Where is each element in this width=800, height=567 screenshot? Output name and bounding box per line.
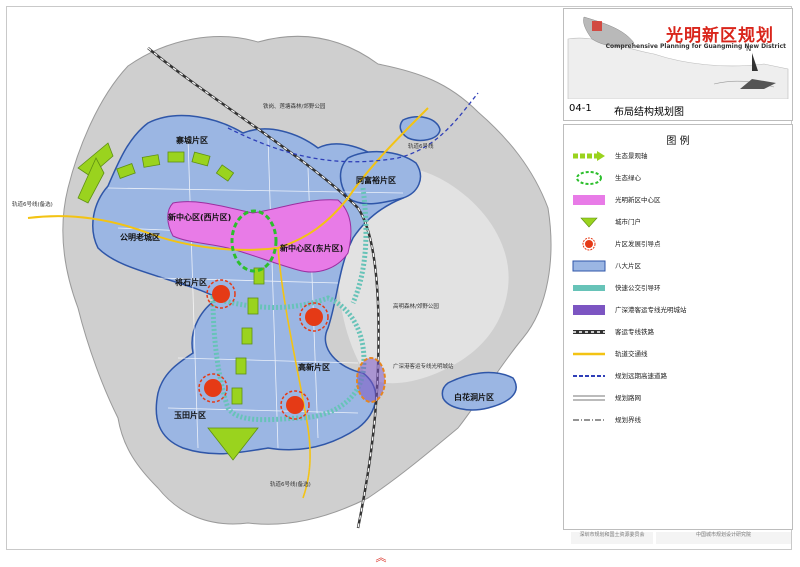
footer: 深圳市规划和国土资源委员会 中国城市规划设计研究院 [563,530,791,546]
label-zone-baihuadong: 白花洞片区 [454,392,494,402]
legend-label: 快速公交引导环 [615,284,661,292]
legend-label: 广深港客运专线光明城站 [615,306,687,314]
road-net-icon [573,395,605,401]
eco-axis-icon [573,151,605,161]
legend-gateway: 城市门户 [571,215,781,231]
sheet-name: 布局结构规划图 [614,107,684,118]
label-park-east: 高明森林/郊野公园 [393,302,439,310]
label-zone-gaoxin: 高新片区 [298,362,330,372]
label-zone-center-west: 新中心区(西片区) [168,212,231,222]
legend-label: 光明新区中心区 [615,196,661,204]
rail-line-icon [573,330,605,334]
legend-label: 规划远期高速道路 [615,372,667,380]
legend-label: 客运专线铁路 [615,328,654,336]
legend-hsr-station: 广深港客运专线光明城站 [571,303,781,319]
label-zone-saihu: 寨墟片区 [175,135,208,145]
legend-future-expressway: 规划远期高速道路 [571,369,781,385]
hsr-station [356,357,386,403]
legend-metro-line: 轨道交通线 [571,347,781,363]
legend-eco-heart: 生态绿心 [571,171,781,187]
legend-hsr-line: 客运专线铁路 [571,325,781,341]
eco-heart-icon [576,171,602,185]
brt-ring-icon [573,285,605,291]
guide-point-icon [582,237,596,251]
legend-eco-axis: 生态景观轴 [571,149,781,165]
label-rail-west: 轨道6号线(备选) [12,200,53,208]
metro-line-icon [573,352,605,356]
legend-label: 生态景观轴 [615,152,648,160]
label-park-north: 铁岗、莲塘森林/郊野公园 [263,102,326,110]
legend-label: 生态绿心 [615,174,641,182]
legend-label: 规划界线 [615,416,641,424]
legend-eight-zones: 八大片区 [571,259,781,275]
label-zone-center-east: 新中心区(东片区) [280,243,343,253]
label-zone-jiangshi: 将石片区 [175,277,207,287]
map-canvas: 寨墟片区 新中心区(西片区) 公明老城区 新中心区(东片区) 同富裕片区 将石片… [12,35,552,529]
legend-title: 图 例 [666,136,690,147]
hsr-station-icon [573,305,605,315]
planning-map[interactable]: 寨墟片区 新中心区(西片区) 公明老城区 新中心区(东片区) 同富裕片区 将石片… [8,8,558,546]
legend-center-zone: 光明新区中心区 [571,193,781,209]
gateway-icon [580,217,598,228]
side-panel: 光明新区规划 Comprehensive Planning for Guangm… [563,8,793,546]
chevron-down-icon[interactable]: ︽ [375,552,387,564]
legend-label: 轨道交通线 [615,350,648,358]
legend-label: 八大片区 [615,262,641,270]
eight-zones-icon [572,260,606,272]
center-zone-icon [573,195,605,205]
label-rail-south: 轨道6号线(备选) [270,480,311,488]
legend-boundary: 规划界线 [571,413,781,429]
boundary-icon [573,419,605,421]
expressway-icon [573,375,605,377]
legend-label: 片区发展引导点 [615,240,661,248]
title-block: 光明新区规划 Comprehensive Planning for Guangm… [563,8,793,102]
label-zone-gongming: 公明老城区 [120,232,160,242]
north-tag: N [746,45,752,53]
sheet-number: 04-1 [569,103,592,114]
legend-label: 城市门户 [615,218,641,226]
legend-guide-point: 片区发展引导点 [571,237,781,253]
label-rail-north: 轨道6号线 [408,142,434,150]
page-subtitle: Comprehensive Planning for Guangming New… [605,43,786,50]
label-zone-tongfu: 同富裕片区 [356,175,396,185]
footer-right: 中国城市规划设计研究院 [656,532,791,544]
sheet-bar: 04-1 布局结构规划图 [563,100,793,121]
label-station: 广深港客运专线光明城站 [393,362,454,370]
legend-label: 规划路网 [615,394,641,402]
legend-panel: 图 例 生态景观轴 生态绿心 光明新区中心区 城市门户 片区发展引导点 八大片区… [563,124,793,530]
legend-road-net: 规划路网 [571,391,781,407]
legend-brt-ring: 快速公交引导环 [571,281,781,297]
label-zone-yutian: 玉田片区 [174,410,206,420]
footer-left: 深圳市规划和国土资源委员会 [571,532,653,544]
